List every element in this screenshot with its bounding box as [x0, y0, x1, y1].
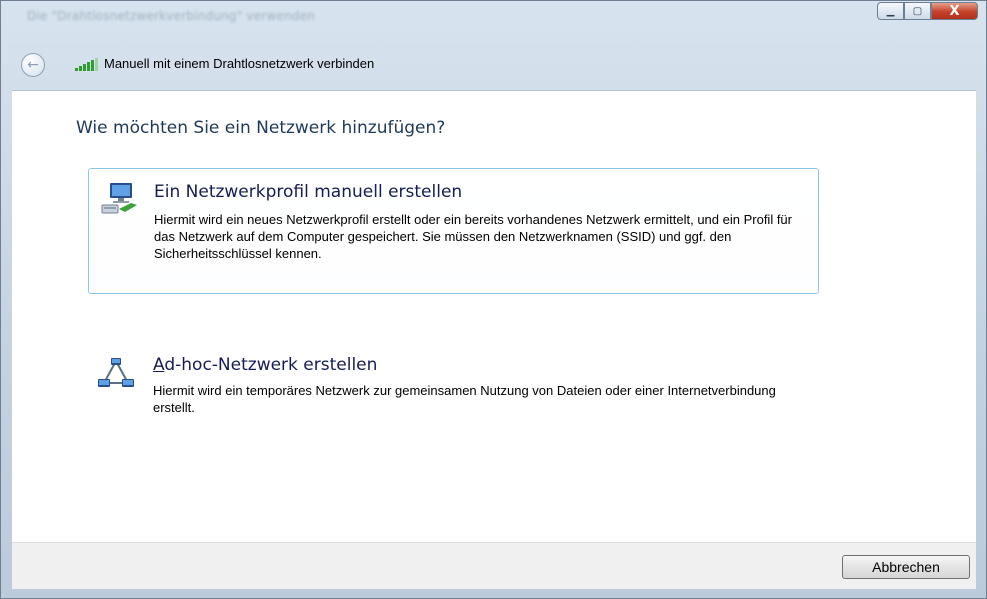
- adhoc-network-icon: [98, 358, 134, 387]
- page-heading: Wie möchten Sie ein Netzwerk hinzufügen?: [76, 118, 446, 138]
- option-manual-profile[interactable]: Ein Netzwerkprofil manuell erstellen Hie…: [88, 168, 819, 294]
- option-adhoc-description: Hiermit wird ein temporäres Netzwerk zur…: [153, 383, 776, 415]
- cancel-button[interactable]: Abbrechen: [842, 555, 970, 579]
- wizard-title: Manuell mit einem Drahtlosnetzwerk verbi…: [104, 56, 375, 71]
- navigation-bar: ← Manuell mit einem Drahtlosnetzwerk ver…: [1, 41, 986, 89]
- minimize-button[interactable]: ▁: [877, 2, 904, 20]
- dialog-window: Die "Drahtlosnetzwerkverbindung" verwend…: [0, 0, 987, 599]
- back-arrow-icon: ←: [27, 57, 39, 73]
- option-adhoc-network[interactable]: Ad-hoc-Netzwerk erstellen Hiermit wird e…: [88, 349, 819, 429]
- option-manual-description: Hiermit wird ein neues Netzwerkprofil er…: [154, 212, 792, 261]
- background-window-title: Die "Drahtlosnetzwerkverbindung" verwend…: [27, 9, 316, 23]
- button-bar: Abbrechen: [12, 542, 976, 589]
- maximize-button[interactable]: ▢: [904, 2, 931, 20]
- back-button[interactable]: ←: [21, 53, 45, 77]
- option-adhoc-title: Ad-hoc-Netzwerk erstellen: [153, 355, 378, 375]
- option-manual-title: Ein Netzwerkprofil manuell erstellen: [154, 182, 463, 202]
- content-pane: Wie möchten Sie ein Netzwerk hinzufügen?…: [12, 90, 976, 543]
- caption-buttons: ▁ ▢ X: [877, 2, 978, 20]
- wireless-signal-icon: [75, 58, 98, 71]
- network-computer-icon: [101, 183, 137, 214]
- close-button[interactable]: X: [931, 2, 978, 20]
